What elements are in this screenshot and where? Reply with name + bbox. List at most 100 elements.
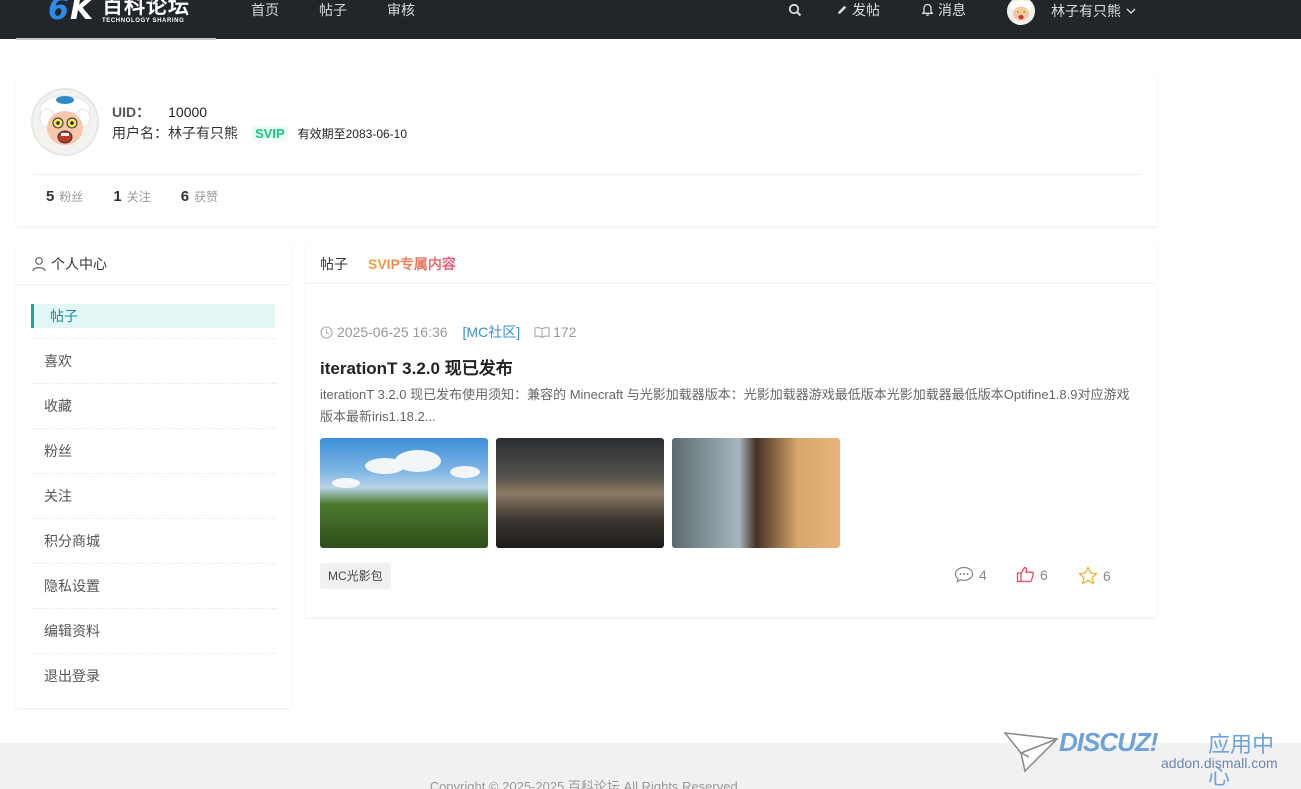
post-meta: 2025-06-25 16:36 [MC社区] 172 <box>320 322 576 342</box>
user-menu-name: 林子有只熊 <box>1051 3 1121 19</box>
main-content: 帖子 SVIP专属内容 2025-06-25 16:36 [MC社区] 172 … <box>305 244 1157 617</box>
watermark-brand: DISCUZ! <box>1059 727 1158 757</box>
stat-likes-label: 获赞 <box>194 190 219 204</box>
user-icon <box>32 257 46 272</box>
nav-posts[interactable]: 帖子 <box>319 0 347 20</box>
thumbs-up-icon <box>1016 566 1034 583</box>
sidebar-item-privacy[interactable]: 隐私设置 <box>31 574 275 598</box>
stat-following-label: 关注 <box>126 190 151 204</box>
likes-count: 6 <box>1040 566 1048 583</box>
post-views: 172 <box>534 324 576 340</box>
sidebar-item-following[interactable]: 关注 <box>31 484 275 508</box>
favorites-count: 6 <box>1103 567 1111 584</box>
profile-avatar[interactable] <box>33 90 97 154</box>
divider <box>33 174 1141 175</box>
chevron-down-icon <box>1126 8 1136 14</box>
sidebar-item-favorites[interactable]: 收藏 <box>31 394 275 418</box>
divider <box>31 383 275 384</box>
messages-label: 消息 <box>938 2 966 18</box>
paper-plane-icon <box>1003 732 1059 773</box>
site-logo[interactable]: 6K 百科论坛 TECHNOLOGY SHARING <box>48 0 190 26</box>
divider <box>31 653 275 654</box>
tab-posts[interactable]: 帖子 <box>320 254 348 274</box>
user-menu[interactable]: 林子有只熊 <box>1007 0 1136 25</box>
logo-title: 百科论坛 <box>102 0 190 18</box>
top-navbar: 6K 百科论坛 TECHNOLOGY SHARING 首页 帖子 审核 发帖 消… <box>0 0 1301 39</box>
thumbnail-image[interactable] <box>496 438 664 548</box>
svip-expire: 有效期至2083-06-10 <box>297 126 408 141</box>
stat-likes[interactable]: 6 获赞 <box>181 188 218 205</box>
logo-subtitle: TECHNOLOGY SHARING <box>102 18 185 24</box>
post-tag[interactable]: MC光影包 <box>320 563 391 589</box>
sidebar-item-followers[interactable]: 粉丝 <box>31 439 275 463</box>
sidebar-item-likes[interactable]: 喜欢 <box>31 349 275 373</box>
sidebar: 个人中心 帖子 喜欢 收藏 粉丝 关注 积分商城 隐私设置 编辑资料 退出登录 <box>16 244 291 708</box>
post-summary: iterationT 3.2.0 现已发布使用须知：兼容的 Minecraft … <box>320 387 1130 424</box>
username-row: 用户名： 林子有只熊 SVIP 有效期至2083-06-10 <box>112 123 407 143</box>
uid-value: 10000 <box>168 104 208 120</box>
pencil-icon <box>838 5 847 14</box>
divider <box>31 473 275 474</box>
stat-following[interactable]: 1 关注 <box>113 188 150 205</box>
post-forum-link[interactable]: [MC社区] <box>463 322 521 342</box>
uid-row: UID： 10000 <box>112 102 207 122</box>
thumbnail-image[interactable] <box>672 438 840 548</box>
divider <box>305 283 1157 284</box>
avatar <box>1007 0 1035 25</box>
divider <box>31 608 275 609</box>
profile-stats: 5 粉丝 1 关注 6 获赞 <box>46 188 248 205</box>
nav-home[interactable]: 首页 <box>251 0 279 20</box>
new-post-label: 发帖 <box>852 2 880 18</box>
post-thumbnails <box>320 438 848 548</box>
sheep-avatar-icon <box>33 90 97 154</box>
username-value: 林子有只熊 <box>168 125 238 141</box>
copyright: Copyright © 2025-2025 百科论坛 All Rights Re… <box>429 779 742 789</box>
bell-icon <box>921 3 934 16</box>
search-button[interactable] <box>788 0 802 20</box>
messages-button[interactable]: 消息 <box>921 0 966 20</box>
stat-followers-num: 5 <box>46 188 55 205</box>
post-title[interactable]: iterationT 3.2.0 现已发布 <box>320 354 513 379</box>
divider <box>31 428 275 429</box>
divider <box>31 518 275 519</box>
stat-followers[interactable]: 5 粉丝 <box>46 188 83 205</box>
main-nav: 首页 帖子 审核 <box>251 0 455 20</box>
sheep-avatar-icon <box>1007 0 1035 25</box>
stat-following-num: 1 <box>113 188 122 205</box>
favorite-button[interactable]: 6 <box>1078 566 1111 585</box>
comments-button[interactable]: 4 <box>954 566 987 583</box>
sidebar-item-points-mall[interactable]: 积分商城 <box>31 529 275 553</box>
thumbnail-image[interactable] <box>320 438 488 548</box>
sidebar-title-label: 个人中心 <box>51 256 107 272</box>
stat-followers-label: 粉丝 <box>59 190 84 204</box>
username-label: 用户名： <box>112 125 168 141</box>
sidebar-item-logout[interactable]: 退出登录 <box>31 664 275 688</box>
logo-mark-icon: 6K <box>48 0 94 27</box>
book-icon <box>534 326 550 338</box>
divider <box>16 284 291 285</box>
tab-svip-content[interactable]: SVIP专属内容 <box>368 254 456 274</box>
uid-label: UID： <box>112 104 151 120</box>
post-date: 2025-06-25 16:36 <box>337 324 448 340</box>
sidebar-item-edit-profile[interactable]: 编辑资料 <box>31 619 275 643</box>
sidebar-title: 个人中心 <box>31 254 107 274</box>
new-post-button[interactable]: 发帖 <box>836 0 880 20</box>
discuz-watermark: DISCUZ! 应用中心 addon.dismall.com <box>1003 725 1293 789</box>
star-icon <box>1078 566 1098 585</box>
search-icon <box>788 3 802 17</box>
comment-icon <box>954 566 974 583</box>
divider <box>31 338 275 339</box>
divider <box>31 563 275 564</box>
nav-review[interactable]: 审核 <box>387 0 415 20</box>
logo-underline <box>16 38 216 40</box>
watermark-url: addon.dismall.com <box>1161 755 1278 771</box>
sidebar-item-posts[interactable]: 帖子 <box>31 304 275 328</box>
svip-badge: SVIP <box>252 125 288 141</box>
clock-icon <box>320 325 333 339</box>
profile-card: UID： 10000 用户名： 林子有只熊 SVIP 有效期至2083-06-10… <box>16 76 1157 226</box>
like-button[interactable]: 6 <box>1016 566 1048 583</box>
comments-count: 4 <box>979 566 987 583</box>
post-views-count: 172 <box>553 324 577 340</box>
stat-likes-num: 6 <box>180 188 190 205</box>
content-tabs: 帖子 SVIP专属内容 <box>320 254 456 274</box>
